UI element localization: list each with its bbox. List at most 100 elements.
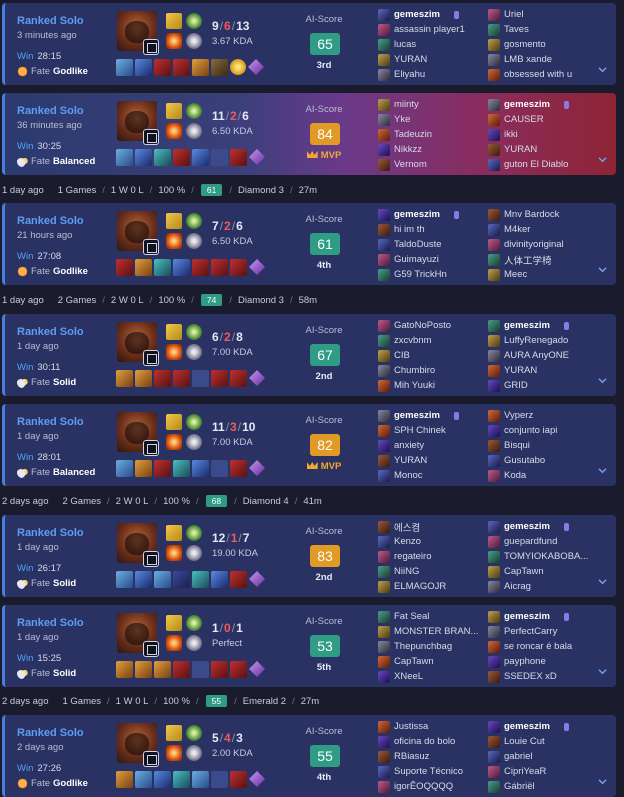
player-row[interactable]: M4ker <box>488 222 596 237</box>
player-name[interactable]: Mih Yuuki <box>394 380 435 391</box>
player-row[interactable]: 人体工学椅 <box>488 252 596 267</box>
gold-item-icon[interactable] <box>230 59 246 75</box>
item-icon[interactable] <box>173 661 190 678</box>
item-icon[interactable] <box>154 259 171 276</box>
player-row[interactable]: Louie Cut <box>488 734 596 749</box>
item-icon[interactable] <box>116 370 133 387</box>
player-row[interactable]: CapTawn <box>488 564 596 579</box>
player-name[interactable]: Vernom <box>394 159 427 170</box>
player-name[interactable]: SSEDEX xD <box>504 671 557 682</box>
player-name[interactable]: Vyperz <box>504 410 533 421</box>
player-name[interactable]: gemeszim <box>504 99 550 110</box>
player-name[interactable]: assassin player1 <box>394 24 465 35</box>
item-icon[interactable] <box>135 460 152 477</box>
item-icon[interactable] <box>230 259 247 276</box>
player-name[interactable]: TaldoDuste <box>394 239 442 250</box>
player-name[interactable]: RBiasuz <box>394 751 429 762</box>
player-name[interactable]: gemeszim <box>504 611 550 622</box>
player-name[interactable]: MONSTER BRAN... <box>394 626 478 637</box>
item-icon[interactable] <box>135 149 152 166</box>
player-row[interactable]: SPH Chinek <box>378 423 486 438</box>
player-name[interactable]: Aicrag <box>504 581 531 592</box>
player-name[interactable]: conjunto iapi <box>504 425 557 436</box>
item-icon[interactable] <box>211 59 228 76</box>
match-card[interactable]: Ranked Solo 1 day ago Win 26:17 Fate Solid 12/… <box>2 515 616 597</box>
player-row[interactable]: YURAN <box>488 142 596 157</box>
player-name[interactable]: payphone <box>504 656 546 667</box>
player-row[interactable]: Nikkzz <box>378 142 486 157</box>
chevron-down-icon[interactable] <box>598 577 607 586</box>
item-icon[interactable] <box>173 59 190 76</box>
chevron-down-icon[interactable] <box>598 777 607 786</box>
chevron-down-icon[interactable] <box>598 65 607 74</box>
player-row[interactable]: TaldoDuste <box>378 237 486 252</box>
item-icon[interactable] <box>135 661 152 678</box>
empty-item-slot[interactable] <box>211 771 228 788</box>
player-name[interactable]: Gábriël <box>504 781 535 792</box>
item-icon[interactable] <box>211 571 228 588</box>
ward-item-icon[interactable] <box>249 771 265 787</box>
player-name[interactable]: CapTawn <box>394 656 434 667</box>
player-name[interactable]: gosmento <box>504 39 546 50</box>
player-name[interactable]: SPH Chinek <box>394 425 446 436</box>
item-icon[interactable] <box>116 771 133 788</box>
player-name[interactable]: gabriel <box>504 751 533 762</box>
player-name[interactable]: miinty <box>394 99 419 110</box>
player-name[interactable]: hi im th <box>394 224 425 235</box>
player-name[interactable]: Yke <box>394 114 410 125</box>
player-name[interactable]: gemeszim <box>504 521 550 532</box>
player-row[interactable]: G59 TrickHn <box>378 267 486 282</box>
player-row[interactable]: igorÊOQQQQ <box>378 779 486 794</box>
player-row[interactable]: Taves <box>488 22 596 37</box>
player-name[interactable]: Tadeuzin <box>394 129 432 140</box>
player-row[interactable]: lucas <box>378 37 486 52</box>
player-name[interactable]: gemeszim <box>504 320 550 331</box>
ward-item-icon[interactable] <box>249 370 265 386</box>
player-row[interactable]: CipriYeaR <box>488 764 596 779</box>
player-row[interactable]: gemeszim <box>488 97 596 112</box>
player-row[interactable]: CAUSER <box>488 112 596 127</box>
player-row[interactable]: ikki <box>488 127 596 142</box>
player-row[interactable]: Vernom <box>378 157 486 172</box>
player-row[interactable]: anxiety <box>378 438 486 453</box>
player-row[interactable]: GatoNoPosto <box>378 318 486 333</box>
player-row[interactable]: ELMAGOJR <box>378 579 486 594</box>
player-row[interactable]: divinityoriginal <box>488 237 596 252</box>
player-row[interactable]: PerfectCarry <box>488 624 596 639</box>
match-card[interactable]: Ranked Solo 21 hours ago Win 27:08 Fate Godli… <box>2 203 616 285</box>
player-row[interactable]: regateiro <box>378 549 486 564</box>
player-row[interactable]: XNeeL <box>378 669 486 684</box>
player-name[interactable]: AURA AnyONE <box>504 350 569 361</box>
match-card[interactable]: Ranked Solo 1 day ago Win 15:25 Fate Solid 1/0… <box>2 605 616 687</box>
ward-item-icon[interactable] <box>249 460 265 476</box>
item-icon[interactable] <box>230 460 247 477</box>
player-row[interactable]: Kenzo <box>378 534 486 549</box>
player-name[interactable]: Suporte Técnico <box>394 766 463 777</box>
ward-item-icon[interactable] <box>249 259 265 275</box>
item-icon[interactable] <box>211 661 228 678</box>
player-row[interactable]: gemeszim <box>488 719 596 734</box>
item-icon[interactable] <box>230 571 247 588</box>
player-name[interactable]: XNeeL <box>394 671 423 682</box>
player-name[interactable]: Justissa <box>394 721 428 732</box>
player-row[interactable]: CapTawn <box>378 654 486 669</box>
player-row[interactable]: 에스켬 <box>378 519 486 534</box>
item-icon[interactable] <box>135 571 152 588</box>
player-name[interactable]: obsessed with u <box>504 69 572 80</box>
player-name[interactable]: gemeszim <box>394 410 440 421</box>
player-name[interactable]: Thepunchbag <box>394 641 452 652</box>
chevron-down-icon[interactable] <box>598 155 607 164</box>
player-row[interactable]: Meec <box>488 267 596 282</box>
player-name[interactable]: 에스켬 <box>394 520 420 534</box>
player-row[interactable]: AURA AnyONE <box>488 348 596 363</box>
player-name[interactable]: oficina do bolo <box>394 736 455 747</box>
player-name[interactable]: LMB xande <box>504 54 552 65</box>
player-row[interactable]: miinty <box>378 97 486 112</box>
item-icon[interactable] <box>154 661 171 678</box>
player-row[interactable]: hi im th <box>378 222 486 237</box>
item-icon[interactable] <box>192 259 209 276</box>
player-name[interactable]: G59 TrickHn <box>394 269 447 280</box>
player-name[interactable]: Uriel <box>504 9 524 20</box>
player-name[interactable]: guton El Diablo <box>504 159 568 170</box>
item-icon[interactable] <box>154 149 171 166</box>
